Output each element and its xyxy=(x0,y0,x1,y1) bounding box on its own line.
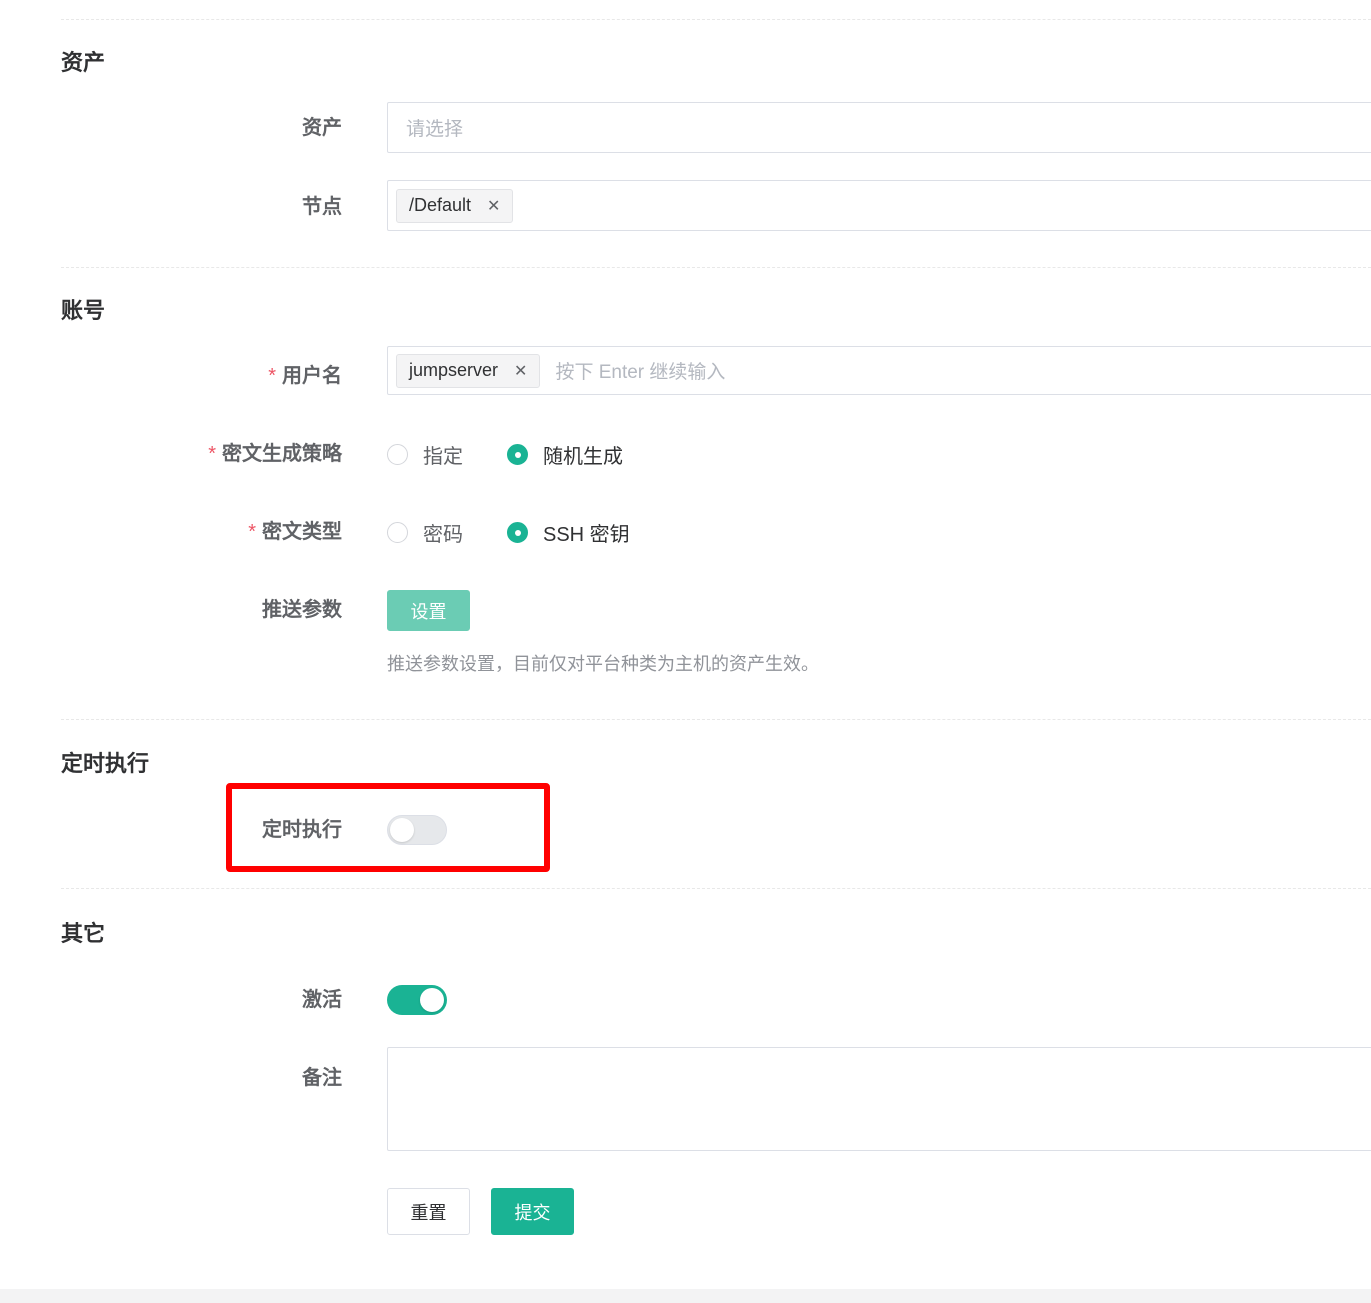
asset-select[interactable]: 请选择 xyxy=(387,102,1371,153)
push-params-help-text: 推送参数设置，目前仅对平台种类为主机的资产生效。 xyxy=(387,654,819,674)
username-label-text: 用户名 xyxy=(282,365,342,387)
radio-specify[interactable]: 指定 xyxy=(387,440,463,469)
active-label: 激活 xyxy=(302,989,342,1011)
username-tag: jumpserver ✕ xyxy=(396,353,541,388)
username-label: * 用户名 xyxy=(268,363,342,389)
reset-button[interactable]: 重置 xyxy=(387,1188,470,1235)
radio-label: 密码 xyxy=(423,523,463,546)
account-push-form: 资产 资产 请选择 节点 /Default ✕ 账号 * 用户名 jumpserv… xyxy=(0,0,1371,1303)
secret-strategy-radio-group: 指定 随机生成 xyxy=(387,440,667,469)
secret-type-label-text: 密文类型 xyxy=(262,521,342,543)
radio-button-checked[interactable] xyxy=(507,521,528,543)
asset-label: 资产 xyxy=(302,117,342,139)
required-mark: * xyxy=(208,443,216,465)
comment-label: 备注 xyxy=(302,1067,342,1089)
toggle-knob xyxy=(420,988,444,1012)
section-title-other: 其它 xyxy=(61,921,106,946)
node-label: 节点 xyxy=(302,196,342,218)
asset-select-placeholder: 请选择 xyxy=(406,119,464,140)
section-title-asset: 资产 xyxy=(61,50,106,75)
secret-type-label: * 密文类型 xyxy=(248,519,342,545)
required-mark: * xyxy=(248,521,256,543)
radio-ssh-key[interactable]: SSH 密钥 xyxy=(507,518,630,547)
radio-label: 指定 xyxy=(423,445,463,468)
radio-label: SSH 密钥 xyxy=(543,523,630,546)
section-divider xyxy=(61,888,1371,889)
required-mark: * xyxy=(268,365,276,387)
username-tag-label: jumpserver xyxy=(409,360,499,380)
secret-strategy-label: * 密文生成策略 xyxy=(208,441,342,467)
close-icon[interactable]: ✕ xyxy=(487,196,500,216)
highlight-annotation-box xyxy=(226,783,550,872)
section-divider xyxy=(61,19,1371,20)
username-input-placeholder[interactable]: 按下 Enter 继续输入 xyxy=(555,357,725,384)
footer-bar xyxy=(0,1289,1371,1303)
push-params-settings-button[interactable]: 设置 xyxy=(387,590,470,631)
secret-strategy-label-text: 密文生成策略 xyxy=(222,443,342,465)
radio-password[interactable]: 密码 xyxy=(387,518,463,547)
node-select[interactable]: /Default ✕ xyxy=(387,180,1371,231)
push-params-label: 推送参数 xyxy=(262,599,342,621)
comment-textarea[interactable] xyxy=(387,1047,1371,1151)
radio-random[interactable]: 随机生成 xyxy=(507,440,623,469)
close-icon[interactable]: ✕ xyxy=(514,361,527,381)
section-title-account: 账号 xyxy=(61,298,106,323)
radio-button[interactable] xyxy=(387,521,408,543)
node-tag: /Default ✕ xyxy=(396,188,514,223)
section-divider xyxy=(61,267,1371,268)
radio-button[interactable] xyxy=(387,443,408,465)
section-title-schedule: 定时执行 xyxy=(61,751,150,776)
submit-button[interactable]: 提交 xyxy=(491,1188,574,1235)
node-tag-label: /Default xyxy=(409,195,472,215)
username-tag-input[interactable]: jumpserver ✕ 按下 Enter 继续输入 xyxy=(387,346,1371,395)
active-toggle[interactable] xyxy=(387,985,447,1015)
radio-label: 随机生成 xyxy=(543,445,623,468)
section-divider xyxy=(61,719,1371,720)
secret-type-radio-group: 密码 SSH 密钥 xyxy=(387,518,674,547)
radio-button-checked[interactable] xyxy=(507,443,528,465)
